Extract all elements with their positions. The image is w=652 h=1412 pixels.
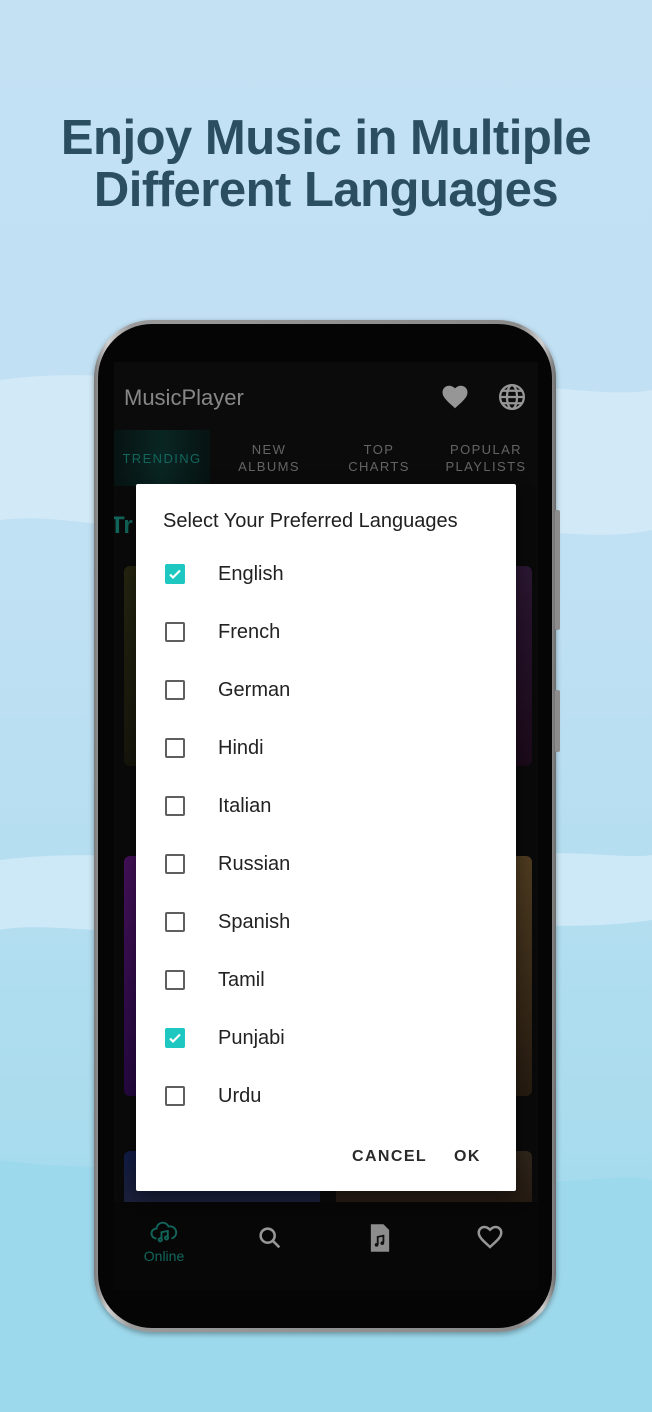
checkbox[interactable]: [165, 912, 185, 932]
checkbox[interactable]: [165, 854, 185, 874]
check-icon: [169, 1033, 181, 1044]
cancel-button[interactable]: CANCEL: [352, 1148, 427, 1166]
language-label: Italian: [218, 795, 272, 817]
language-option[interactable]: Italian: [136, 778, 516, 836]
checkbox[interactable]: [165, 622, 185, 642]
language-label: Hindi: [218, 737, 264, 759]
language-label: English: [218, 563, 284, 585]
power-button: [555, 510, 560, 630]
check-icon: [169, 569, 181, 580]
checkbox[interactable]: [165, 738, 185, 758]
language-label: Spanish: [218, 911, 291, 933]
checkbox[interactable]: [165, 680, 185, 700]
language-option[interactable]: Tamil: [136, 952, 516, 1010]
checkbox[interactable]: [165, 796, 185, 816]
language-label: German: [218, 679, 291, 701]
language-label: Urdu: [218, 1085, 262, 1107]
language-label: French: [218, 621, 281, 643]
headline-line-2: Different Languages: [93, 163, 559, 217]
language-option[interactable]: Spanish: [136, 894, 516, 952]
volume-button: [555, 690, 560, 752]
checkbox[interactable]: [165, 970, 185, 990]
dialog-title: Select Your Preferred Languages: [163, 510, 458, 532]
language-option[interactable]: Punjabi: [136, 1010, 516, 1068]
language-option[interactable]: English: [136, 546, 516, 604]
language-dialog: Select Your Preferred Languages English F…: [136, 484, 516, 1191]
language-option[interactable]: Urdu: [136, 1068, 516, 1126]
language-label: Punjabi: [218, 1027, 285, 1049]
checkbox[interactable]: [165, 1086, 185, 1106]
checkbox[interactable]: [165, 1028, 185, 1048]
checkbox[interactable]: [165, 564, 185, 584]
language-option[interactable]: German: [136, 662, 516, 720]
headline: Enjoy Music in Multiple Different Langua…: [0, 112, 652, 216]
language-option[interactable]: Russian: [136, 836, 516, 894]
language-option[interactable]: French: [136, 604, 516, 662]
language-label: Russian: [218, 853, 291, 875]
language-label: Tamil: [218, 969, 265, 991]
ok-button[interactable]: OK: [454, 1148, 481, 1166]
language-option[interactable]: Hindi: [136, 720, 516, 778]
headline-line-1: Enjoy Music in Multiple: [60, 111, 592, 165]
